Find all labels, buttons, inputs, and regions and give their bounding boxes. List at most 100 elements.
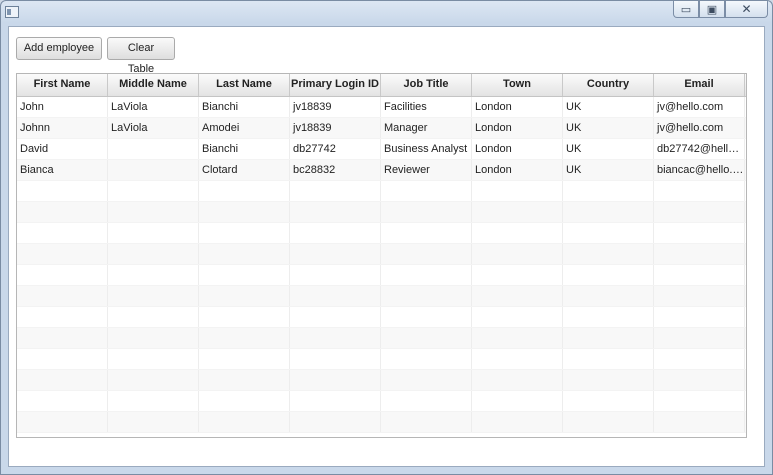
table-cell: Manager [381,118,472,138]
maximize-icon: ▣ [706,2,718,16]
table-cell [199,202,290,222]
table-cell [17,391,108,411]
table-cell: David [17,139,108,159]
table-cell [108,412,199,432]
add-employee-button[interactable]: Add employee [16,37,102,60]
column-header[interactable]: Job Title [381,74,472,96]
table-cell: Bianchi [199,97,290,117]
table-cell [654,223,745,243]
table-cell [290,328,381,348]
column-header[interactable]: First Name [17,74,108,96]
table-cell [108,139,199,159]
employee-table[interactable]: First Name Middle Name Last Name Primary Lo… [16,73,747,438]
table-row[interactable]: John LaViola Bianchi jv18839 Facilities Londo… [17,97,746,118]
table-cell: UK [563,97,654,117]
table-cell [563,412,654,432]
table-cell: UK [563,118,654,138]
table-cell [472,349,563,369]
table-cell: LaViola [108,118,199,138]
table-cell: Bianca [17,160,108,180]
window-controls: ▭ ▣ ✕ [673,1,768,19]
table-cell [654,412,745,432]
table-cell [472,286,563,306]
table-row[interactable]: David Bianchi db27742 Business Analyst Londo… [17,139,746,160]
table-cell [108,160,199,180]
minimize-button[interactable]: ▭ [673,1,699,18]
table-cell [472,202,563,222]
table-row[interactable]: Bianca Clotard bc28832 Reviewer London UK bian… [17,160,746,181]
table-cell [108,370,199,390]
title-bar[interactable]: ▭ ▣ ✕ [1,1,772,26]
empty-table-row[interactable] [17,349,746,370]
column-header[interactable]: Middle Name [108,74,199,96]
table-cell [290,181,381,201]
table-cell [654,286,745,306]
empty-table-row[interactable] [17,265,746,286]
empty-table-row[interactable] [17,181,746,202]
table-cell [654,181,745,201]
table-cell [472,412,563,432]
column-header[interactable]: Last Name [199,74,290,96]
table-cell: John [17,97,108,117]
empty-table-row[interactable] [17,202,746,223]
table-row[interactable]: Johnn LaViola Amodei jv18839 Manager London UK… [17,118,746,139]
column-header[interactable]: Country [563,74,654,96]
table-cell [381,328,472,348]
table-cell: Johnn [17,118,108,138]
table-cell: Amodei [199,118,290,138]
table-cell [17,370,108,390]
table-cell [17,349,108,369]
table-cell [563,391,654,411]
table-cell [199,391,290,411]
table-cell [381,202,472,222]
table-cell [563,181,654,201]
table-cell [199,349,290,369]
table-cell [17,244,108,264]
table-cell: Clotard [199,160,290,180]
table-cell [381,370,472,390]
table-cell [290,391,381,411]
table-cell [654,328,745,348]
table-cell [108,328,199,348]
close-button[interactable]: ✕ [725,1,768,18]
table-cell [381,391,472,411]
maximize-button[interactable]: ▣ [699,1,725,18]
column-header[interactable]: Town [472,74,563,96]
app-icon [5,6,19,18]
empty-table-row[interactable] [17,370,746,391]
table-cell [199,181,290,201]
table-cell [199,370,290,390]
table-cell [381,181,472,201]
content-pane: Add employee Clear Table First Name Middl… [8,26,765,467]
table-cell [17,265,108,285]
table-cell [290,349,381,369]
empty-table-row[interactable] [17,307,746,328]
table-cell: jv18839 [290,97,381,117]
table-cell [108,223,199,243]
table-cell [199,223,290,243]
table-cell [199,328,290,348]
table-cell [381,286,472,306]
table-cell: UK [563,160,654,180]
app-window: ▭ ▣ ✕ Add employee Clear Table First Nam… [0,0,773,475]
empty-table-row[interactable] [17,412,746,433]
close-icon: ✕ [741,2,752,16]
empty-table-row[interactable] [17,286,746,307]
table-cell [290,244,381,264]
empty-table-row[interactable] [17,244,746,265]
table-cell: Reviewer [381,160,472,180]
table-cell: db27742 [290,139,381,159]
empty-table-row[interactable] [17,391,746,412]
table-cell: Bianchi [199,139,290,159]
clear-table-button[interactable]: Clear Table [107,37,175,75]
table-cell [290,202,381,222]
table-cell [654,265,745,285]
column-header[interactable]: Primary Login ID [290,74,381,96]
empty-table-row[interactable] [17,223,746,244]
table-cell [290,307,381,327]
table-cell: London [472,139,563,159]
table-cell [381,412,472,432]
table-cell [563,202,654,222]
column-header[interactable]: Email [654,74,745,96]
empty-table-row[interactable] [17,328,746,349]
